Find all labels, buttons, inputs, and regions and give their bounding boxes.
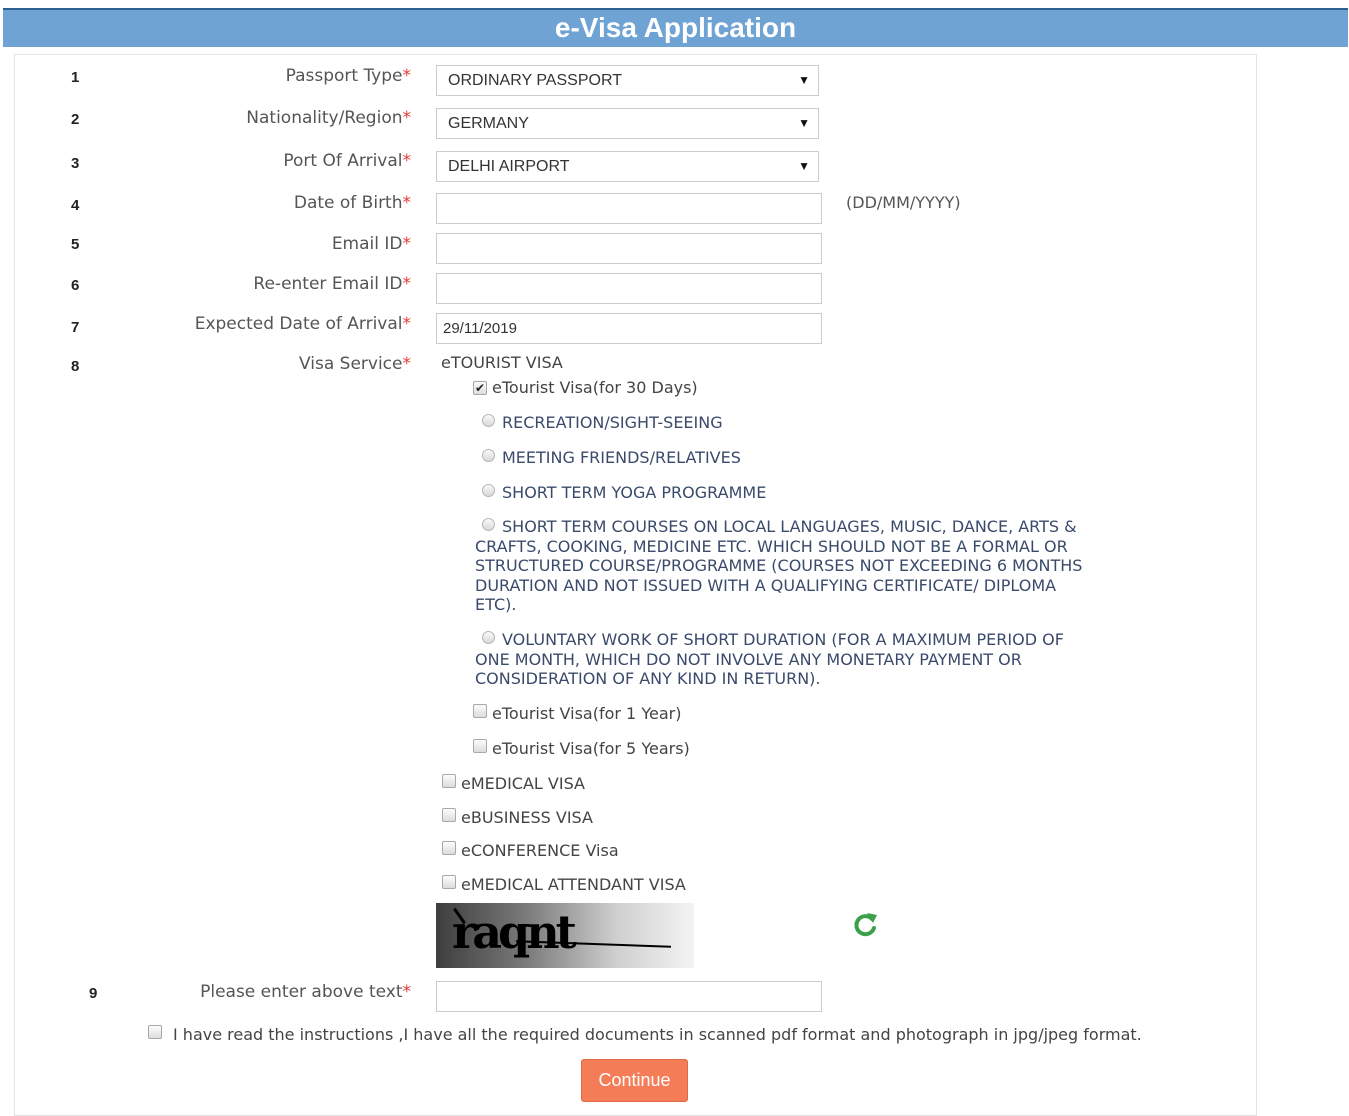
etourist-5-years-option[interactable]: eTourist Visa(for 5 Years) — [473, 739, 690, 758]
etourist-30-days-option[interactable]: ✔ eTourist Visa(for 30 Days) — [473, 378, 698, 397]
etourist-1-year-option[interactable]: eTourist Visa(for 1 Year) — [473, 704, 681, 723]
checkbox-icon[interactable] — [473, 704, 487, 718]
purpose-short-courses-option[interactable]: SHORT TERM COURSES ON LOCAL LANGUAGES, M… — [475, 517, 1095, 615]
row-number-5: 5 — [71, 236, 80, 253]
ebusiness-visa-option[interactable]: eBUSINESS VISA — [442, 808, 593, 827]
port-of-arrival-label: Port Of Arrival* — [283, 151, 411, 171]
purpose-voluntary-work-option[interactable]: VOLUNTARY WORK OF SHORT DURATION (FOR A … — [475, 630, 1085, 689]
checkbox-checked-icon[interactable]: ✔ — [473, 381, 487, 395]
captcha-text: raqnt — [452, 905, 577, 959]
reenter-email-label: Re-enter Email ID* — [253, 274, 411, 294]
emedical-visa-option[interactable]: eMEDICAL VISA — [442, 774, 585, 793]
expected-arrival-input[interactable]: 29/11/2019 — [436, 313, 822, 344]
agreement-option[interactable]: I have read the instructions ,I have all… — [148, 1025, 1142, 1044]
emedical-attendant-visa-option[interactable]: eMEDICAL ATTENDANT VISA — [442, 875, 686, 894]
row-number-9: 9 — [89, 985, 98, 1002]
expected-arrival-label: Expected Date of Arrival* — [194, 314, 411, 334]
checkbox-icon[interactable] — [442, 774, 456, 788]
row-number-4: 4 — [71, 197, 80, 214]
passport-type-label: Passport Type* — [285, 66, 411, 86]
captcha-image: raqnt — [436, 903, 694, 968]
chevron-down-icon: ▼ — [798, 116, 810, 130]
page-header: e-Visa Application — [3, 8, 1348, 47]
page-title: e-Visa Application — [554, 12, 797, 43]
email-input[interactable] — [436, 233, 822, 264]
radio-icon[interactable] — [482, 518, 495, 531]
chevron-down-icon: ▼ — [798, 159, 810, 173]
nationality-select[interactable]: GERMANY ▼ — [436, 108, 819, 139]
email-label: Email ID* — [331, 234, 411, 254]
checkbox-icon[interactable] — [148, 1025, 162, 1039]
date-of-birth-label: Date of Birth* — [293, 193, 411, 213]
radio-icon[interactable] — [482, 449, 495, 462]
row-number-3: 3 — [71, 155, 80, 172]
row-number-1: 1 — [71, 69, 80, 86]
refresh-icon[interactable] — [850, 910, 880, 940]
date-of-birth-input[interactable] — [436, 193, 822, 224]
checkbox-icon[interactable] — [442, 875, 456, 889]
captcha-label: Please enter above text* — [200, 982, 411, 1002]
purpose-yoga-option[interactable]: SHORT TERM YOGA PROGRAMME — [482, 483, 766, 502]
reenter-email-input[interactable] — [436, 273, 822, 304]
row-number-2: 2 — [71, 111, 80, 128]
visa-service-label: Visa Service* — [299, 354, 411, 374]
econference-visa-option[interactable]: eCONFERENCE Visa — [442, 841, 619, 860]
captcha-input[interactable] — [436, 981, 822, 1012]
port-of-arrival-select[interactable]: DELHI AIRPORT ▼ — [436, 151, 819, 182]
row-number-8: 8 — [71, 358, 80, 375]
purpose-recreation-option[interactable]: RECREATION/SIGHT-SEEING — [482, 413, 723, 432]
checkbox-icon[interactable] — [442, 841, 456, 855]
purpose-meeting-friends-option[interactable]: MEETING FRIENDS/RELATIVES — [482, 448, 741, 467]
chevron-down-icon: ▼ — [798, 73, 810, 87]
radio-icon[interactable] — [482, 414, 495, 427]
nationality-label: Nationality/Region* — [246, 108, 411, 128]
radio-icon[interactable] — [482, 484, 495, 497]
row-number-7: 7 — [71, 319, 80, 336]
continue-button[interactable]: Continue — [581, 1059, 688, 1102]
checkbox-icon[interactable] — [442, 808, 456, 822]
checkbox-icon[interactable] — [473, 739, 487, 753]
etourist-visa-group-title: eTOURIST VISA — [441, 353, 563, 372]
date-format-hint: (DD/MM/YYYY) — [846, 193, 961, 212]
radio-icon[interactable] — [482, 631, 495, 644]
passport-type-select[interactable]: ORDINARY PASSPORT ▼ — [436, 65, 819, 96]
row-number-6: 6 — [71, 277, 80, 294]
